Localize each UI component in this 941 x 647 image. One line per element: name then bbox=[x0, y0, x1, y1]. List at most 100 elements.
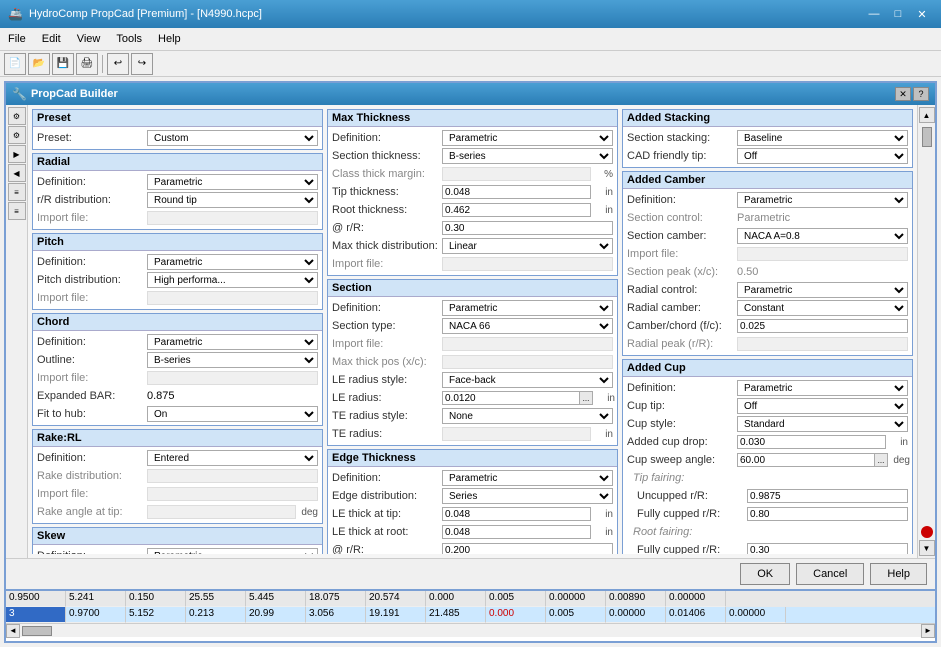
scroll-left-btn[interactable]: ◄ bbox=[6, 624, 20, 638]
as-stacking-select[interactable]: Baseline bbox=[737, 130, 908, 146]
menu-view[interactable]: View bbox=[69, 30, 109, 48]
strip-btn-6[interactable]: ≡ bbox=[8, 202, 26, 220]
et-lerr-input[interactable] bbox=[442, 543, 613, 554]
horizontal-scrollbar[interactable]: ◄ ► bbox=[6, 623, 935, 637]
radial-section: Radial Definition: Parametric bbox=[32, 153, 323, 230]
pitch-def-select[interactable]: Parametric bbox=[147, 254, 318, 270]
scroll-up-btn[interactable]: ▲ bbox=[919, 107, 935, 123]
mt-atrr-input[interactable] bbox=[442, 221, 613, 235]
cup-sweep-input[interactable] bbox=[737, 453, 874, 467]
pitch-dist-select[interactable]: High performa... bbox=[147, 272, 318, 288]
scroll-down-btn[interactable]: ▼ bbox=[919, 540, 935, 556]
ok-button[interactable]: OK bbox=[740, 563, 790, 585]
scroll-right-btn[interactable]: ► bbox=[921, 624, 935, 638]
ac-radcamber-select[interactable]: Constant bbox=[737, 300, 908, 316]
sec-lerad-dots[interactable]: ... bbox=[579, 391, 593, 405]
ac-seccamber-select[interactable]: NACA A=0.8 bbox=[737, 228, 908, 244]
menu-file[interactable]: File bbox=[0, 30, 34, 48]
ac-def-select[interactable]: Parametric bbox=[737, 192, 908, 208]
ac-radcamber-label: Radial camber: bbox=[627, 302, 737, 314]
ac-secpeak-label: Section peak (x/c): bbox=[627, 266, 737, 278]
grid-cell: 0.00000 bbox=[666, 591, 726, 607]
sec-def-select[interactable]: Parametric bbox=[442, 300, 613, 316]
mt-root-input[interactable] bbox=[442, 203, 591, 217]
chord-outline-select[interactable]: B-series bbox=[147, 352, 318, 368]
ac-import-label: Import file: bbox=[627, 248, 737, 260]
pitch-import-label: Import file: bbox=[37, 292, 147, 304]
strip-btn-4[interactable]: ◀ bbox=[8, 164, 26, 182]
pitch-section: Pitch Definition: Parametric bbox=[32, 233, 323, 310]
cup-style-select[interactable]: Standard bbox=[737, 416, 908, 432]
mt-tip-input[interactable] bbox=[442, 185, 591, 199]
window-help-btn[interactable]: ? bbox=[913, 87, 929, 101]
window-close-btn[interactable]: ✕ bbox=[895, 87, 911, 101]
toolbar-undo[interactable]: ↩ bbox=[107, 53, 129, 75]
cup-uncupped-input[interactable] bbox=[747, 489, 908, 503]
cup-def-select[interactable]: Parametric bbox=[737, 380, 908, 396]
radial-rr-select[interactable]: Round tip bbox=[147, 192, 318, 208]
menu-help[interactable]: Help bbox=[150, 30, 189, 48]
cup-rootfully-input[interactable] bbox=[747, 543, 908, 554]
close-button[interactable]: ✕ bbox=[911, 5, 933, 23]
maximize-button[interactable]: □ bbox=[887, 5, 909, 23]
strip-btn-5[interactable]: ≡ bbox=[8, 183, 26, 201]
menu-tools[interactable]: Tools bbox=[108, 30, 150, 48]
scroll-thumb-h[interactable] bbox=[22, 626, 52, 636]
ac-secctrl-label: Section control: bbox=[627, 212, 737, 224]
rake-angle-unit: deg bbox=[296, 507, 318, 518]
et-lerr-label: @ r/R: bbox=[332, 544, 442, 554]
rake-def-label: Definition: bbox=[37, 452, 147, 464]
help-button[interactable]: Help bbox=[870, 563, 927, 585]
preset-header: Preset bbox=[33, 110, 322, 127]
strip-btn-3[interactable]: ▶ bbox=[8, 145, 26, 163]
toolbar-new[interactable]: 📄 bbox=[4, 53, 26, 75]
et-letip-input[interactable] bbox=[442, 507, 591, 521]
ac-radctrl-select[interactable]: Parametric bbox=[737, 282, 908, 298]
sec-leradsty-select[interactable]: Face-back bbox=[442, 372, 613, 388]
minimize-button[interactable]: — bbox=[863, 5, 885, 23]
et-edgedist-select[interactable]: Series bbox=[442, 488, 613, 504]
skew-def-select[interactable]: Parametric bbox=[147, 548, 318, 554]
grid-cell: 0.213 bbox=[186, 607, 246, 623]
ac-camberchord-input[interactable] bbox=[737, 319, 908, 333]
grid-cell: 5.445 bbox=[246, 591, 306, 607]
cup-tip-select[interactable]: Off bbox=[737, 398, 908, 414]
mt-section-select[interactable]: B-series bbox=[442, 148, 613, 164]
rake-section: Rake:RL Definition: Entered bbox=[32, 429, 323, 524]
cup-sweep-dots[interactable]: ... bbox=[874, 453, 888, 467]
toolbar-print[interactable]: 🖨 bbox=[76, 53, 98, 75]
cancel-button[interactable]: Cancel bbox=[796, 563, 864, 585]
sec-teradsty-select[interactable]: None bbox=[442, 408, 613, 424]
mt-def-select[interactable]: Parametric bbox=[442, 130, 613, 146]
rake-def-select[interactable]: Entered bbox=[147, 450, 318, 466]
cup-fullycupped-input[interactable] bbox=[747, 507, 908, 521]
menu-edit[interactable]: Edit bbox=[34, 30, 69, 48]
mt-atrr-label: @ r/R: bbox=[332, 222, 442, 234]
ac-def-label: Definition: bbox=[627, 194, 737, 206]
chord-expanded-label: Expanded BAR: bbox=[37, 390, 147, 402]
sec-lerad-unit: in bbox=[593, 393, 615, 404]
chord-fittohub-select[interactable]: On bbox=[147, 406, 318, 422]
grid-row-2[interactable]: 3 0.9700 5.152 0.213 20.99 3.056 19.191 … bbox=[6, 607, 935, 623]
cup-drop-input[interactable] bbox=[737, 435, 886, 449]
menu-bar: File Edit View Tools Help bbox=[0, 28, 941, 51]
chord-def-select[interactable]: Parametric bbox=[147, 334, 318, 350]
sec-lerad-input[interactable] bbox=[442, 391, 579, 405]
radial-def-select[interactable]: Parametric bbox=[147, 174, 318, 190]
sec-type-select[interactable]: NACA 66 bbox=[442, 318, 613, 334]
as-cad-select[interactable]: Off bbox=[737, 148, 908, 164]
strip-btn-2[interactable]: ⚙ bbox=[8, 126, 26, 144]
mt-maxt-select[interactable]: Linear bbox=[442, 238, 613, 254]
app-title: HydroComp PropCad [Premium] - [N4990.hcp… bbox=[29, 8, 262, 20]
max-thickness-header: Max Thickness bbox=[328, 110, 617, 127]
edge-thickness-section: Edge Thickness Definition: Parametric bbox=[327, 449, 618, 554]
et-def-select[interactable]: Parametric bbox=[442, 470, 613, 486]
strip-btn-1[interactable]: ⚙ bbox=[8, 107, 26, 125]
preset-select[interactable]: Custom bbox=[147, 130, 318, 146]
toolbar-open[interactable]: 📂 bbox=[28, 53, 50, 75]
toolbar-save[interactable]: 💾 bbox=[52, 53, 74, 75]
toolbar-redo[interactable]: ↪ bbox=[131, 53, 153, 75]
grid-cell: 0.005 bbox=[486, 591, 546, 607]
et-leroot-input[interactable] bbox=[442, 525, 591, 539]
ac-secctrl-value: Parametric bbox=[737, 212, 908, 224]
